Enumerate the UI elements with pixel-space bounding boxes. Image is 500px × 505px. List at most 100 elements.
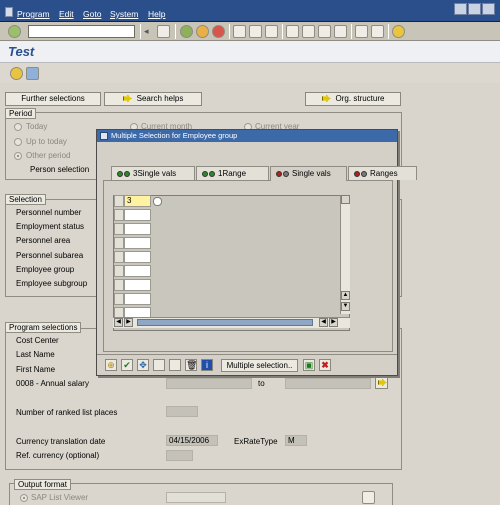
execute-icon[interactable]: ⊕ — [105, 359, 117, 371]
maximize-icon[interactable] — [468, 3, 481, 15]
tab-select-single-values[interactable]: 3Single vals — [111, 166, 195, 180]
row-selector[interactable] — [114, 223, 124, 235]
move-icon[interactable]: ✥ — [137, 359, 149, 371]
arrow-right-icon — [321, 95, 331, 102]
org-structure-button[interactable]: Org. structure — [305, 92, 401, 106]
last-page-icon[interactable] — [334, 25, 347, 38]
menu-program[interactable]: Program — [17, 9, 50, 19]
row-selector[interactable] — [114, 293, 124, 305]
row-selector[interactable] — [114, 279, 124, 291]
scroll-left-icon[interactable]: ◀ — [319, 318, 328, 327]
tab-exclude-ranges[interactable]: Ranges — [348, 166, 417, 180]
dialog-title-bar: Multiple Selection for Employee group — [97, 130, 397, 142]
org-structure-label: Org. structure — [335, 94, 385, 103]
dialog-title: Multiple Selection for Employee group — [111, 131, 238, 140]
print-icon[interactable] — [233, 25, 246, 38]
cancel-icon[interactable]: ✖ — [319, 359, 331, 371]
value-cell[interactable] — [124, 279, 151, 291]
radio-up-to-today[interactable] — [14, 138, 22, 146]
minimize-icon[interactable] — [454, 3, 467, 15]
row-selector[interactable] — [114, 237, 124, 249]
delete-row-icon[interactable] — [169, 359, 181, 371]
search-helps-button[interactable]: Search helps — [104, 92, 202, 106]
status-dot-icon — [354, 171, 360, 177]
scroll-right-icon[interactable]: ▶ — [124, 318, 133, 327]
menu-goto[interactable]: Goto — [83, 9, 101, 19]
multiple-selection-action-button[interactable]: Multiple selection.. — [221, 359, 298, 372]
value-cell[interactable] — [124, 251, 151, 263]
value-cell[interactable] — [124, 209, 151, 221]
row-selector[interactable] — [114, 251, 124, 263]
shortcut-icon[interactable] — [371, 25, 384, 38]
further-selections-button[interactable]: Further selections — [5, 92, 101, 106]
scroll-right-icon[interactable]: ▶ — [329, 318, 338, 327]
find-next-icon[interactable] — [265, 25, 278, 38]
value-cell-active[interactable]: 3 — [124, 195, 151, 207]
ranked-list-field[interactable] — [166, 406, 198, 417]
scroll-down-icon[interactable]: ▼ — [341, 302, 350, 311]
system-menu-icon[interactable] — [5, 7, 13, 17]
expand-arrow-icon[interactable]: ◂ — [144, 25, 152, 38]
value-cell[interactable] — [124, 293, 151, 305]
radio-today[interactable] — [14, 123, 22, 131]
employee-subgroup-label: Employee subgroup — [16, 279, 88, 288]
tab-exclude-single-values[interactable]: Single vals — [270, 166, 347, 181]
row-selector[interactable] — [114, 209, 124, 221]
ref-currency-field[interactable] — [166, 450, 193, 461]
annual-salary-from-field[interactable] — [166, 378, 252, 389]
layout-icon[interactable] — [362, 491, 375, 504]
status-dot-icon — [124, 171, 130, 177]
scroll-up-icon[interactable]: ▲ — [341, 291, 350, 300]
period-title: Period — [5, 108, 37, 119]
enter-icon[interactable] — [8, 25, 21, 38]
menu-help[interactable]: Help — [148, 9, 165, 19]
value-cell[interactable] — [124, 265, 151, 277]
info-icon[interactable]: i — [201, 359, 213, 371]
status-dot-icon — [117, 171, 123, 177]
close-window-icon[interactable] — [482, 3, 495, 15]
check-icon[interactable]: ✔ — [121, 359, 133, 371]
cancel-icon[interactable] — [212, 25, 225, 38]
insert-row-icon[interactable] — [153, 359, 165, 371]
exrate-type-field[interactable]: M — [285, 435, 307, 446]
create-session-icon[interactable] — [355, 25, 368, 38]
currency-date-label: Currency translation date — [16, 437, 106, 446]
scroll-left-icon[interactable]: ◀ — [114, 318, 123, 327]
vertical-scrollbar[interactable]: ▲ ▼ — [340, 195, 350, 314]
row-selector[interactable] — [114, 195, 124, 207]
menu-system[interactable]: System — [110, 9, 138, 19]
tab-select-ranges[interactable]: 1Range — [196, 166, 269, 180]
execute-icon[interactable] — [10, 67, 23, 80]
multiple-selection-button[interactable] — [375, 376, 388, 389]
application-toolbar — [0, 63, 500, 83]
save-icon[interactable] — [157, 25, 170, 38]
copy-icon[interactable]: ▣ — [303, 359, 315, 371]
command-field[interactable] — [28, 25, 135, 38]
currency-date-field[interactable]: 04/15/2006 — [166, 435, 218, 446]
delete-all-icon[interactable]: 🗑 — [185, 359, 197, 371]
scroll-up-icon[interactable] — [341, 195, 350, 204]
value-cell[interactable] — [124, 237, 151, 249]
menu-bar: Program Edit Goto System Help — [0, 0, 500, 22]
to-label: to — [258, 379, 265, 388]
radio-sap-list-viewer[interactable] — [20, 494, 28, 502]
variant-icon[interactable] — [26, 67, 39, 80]
value-help-icon[interactable] — [153, 197, 162, 206]
annual-salary-to-field[interactable] — [285, 378, 371, 389]
value-cell[interactable] — [124, 223, 151, 235]
horizontal-scrollbar[interactable]: ◀ ▶ ◀ ▶ — [113, 317, 350, 328]
tab-label: Single vals — [292, 169, 331, 178]
find-icon[interactable] — [249, 25, 262, 38]
menu-edit[interactable]: Edit — [59, 9, 74, 19]
back-icon[interactable] — [180, 25, 193, 38]
scroll-thumb[interactable] — [137, 319, 313, 326]
first-page-icon[interactable] — [286, 25, 299, 38]
next-page-icon[interactable] — [318, 25, 331, 38]
radio-other-period[interactable] — [14, 152, 22, 160]
help-icon[interactable] — [392, 25, 405, 38]
layout-field[interactable] — [166, 492, 226, 503]
row-selector[interactable] — [114, 265, 124, 277]
standard-toolbar: ◂ — [0, 22, 500, 41]
previous-page-icon[interactable] — [302, 25, 315, 38]
exit-icon[interactable] — [196, 25, 209, 38]
